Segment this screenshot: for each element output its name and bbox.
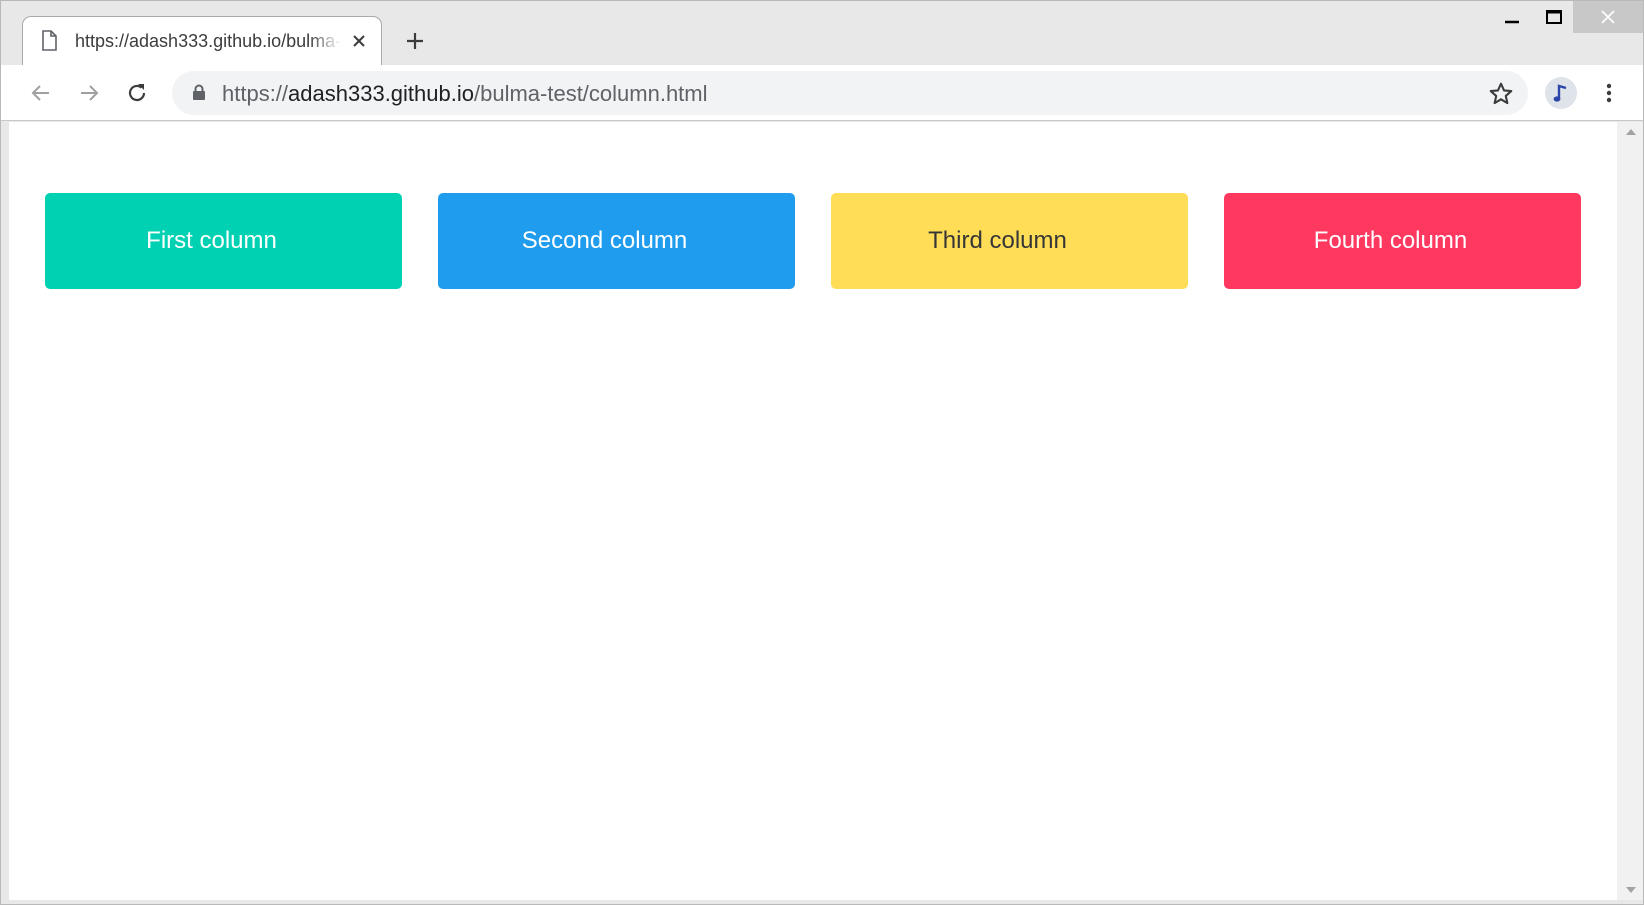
column-fourth: Fourth column (1224, 193, 1581, 289)
plus-icon[interactable] (401, 27, 429, 55)
url-path: /bulma-test/column.html (473, 81, 708, 106)
browser-tab[interactable]: https://adash333.github.io/bulma-test/co… (22, 16, 382, 66)
scroll-up-icon[interactable] (1617, 122, 1643, 142)
maximize-icon[interactable] (1531, 1, 1577, 33)
scroll-down-icon[interactable] (1617, 880, 1643, 900)
address-bar[interactable]: https://adash333.github.io/bulma-test/co… (172, 71, 1528, 115)
forward-arrow-icon[interactable] (73, 77, 105, 109)
url-scheme: https:// (222, 81, 289, 106)
close-icon[interactable] (349, 31, 369, 51)
column-label: First column (146, 227, 277, 254)
back-arrow-icon[interactable] (25, 77, 57, 109)
vertical-scrollbar[interactable] (1617, 122, 1643, 900)
document-icon (41, 30, 57, 51)
column-first: First column (45, 193, 402, 289)
column-label: Fourth column (1313, 227, 1468, 254)
url-text[interactable]: https://adash333.github.io/bulma-test/co… (222, 81, 708, 107)
minimize-icon[interactable] (1489, 1, 1535, 33)
page-content: First column Second column Third column … (9, 122, 1617, 900)
url-host: adash333.github.io (288, 81, 474, 106)
column-second: Second column (438, 193, 795, 289)
column-label: Second column (521, 227, 688, 254)
tab-title: https://adash333.github.io/bulma-test/co… (75, 31, 341, 51)
star-icon[interactable] (1488, 81, 1514, 107)
window-close-icon[interactable] (1573, 1, 1643, 33)
browser-window: https://adash333.github.io/bulma-test/co… (0, 0, 1644, 905)
tab-strip: https://adash333.github.io/bulma-test/co… (1, 1, 1643, 66)
columns-row: First column Second column Third column … (45, 193, 1581, 289)
column-third: Third column (831, 193, 1188, 289)
avatar-icon[interactable] (1545, 77, 1577, 109)
lock-icon[interactable] (192, 84, 206, 101)
kebab-menu-icon[interactable] (1593, 77, 1625, 109)
browser-toolbar: https://adash333.github.io/bulma-test/co… (1, 65, 1643, 121)
reload-icon[interactable] (121, 77, 153, 109)
column-label: Third column (928, 227, 1067, 254)
